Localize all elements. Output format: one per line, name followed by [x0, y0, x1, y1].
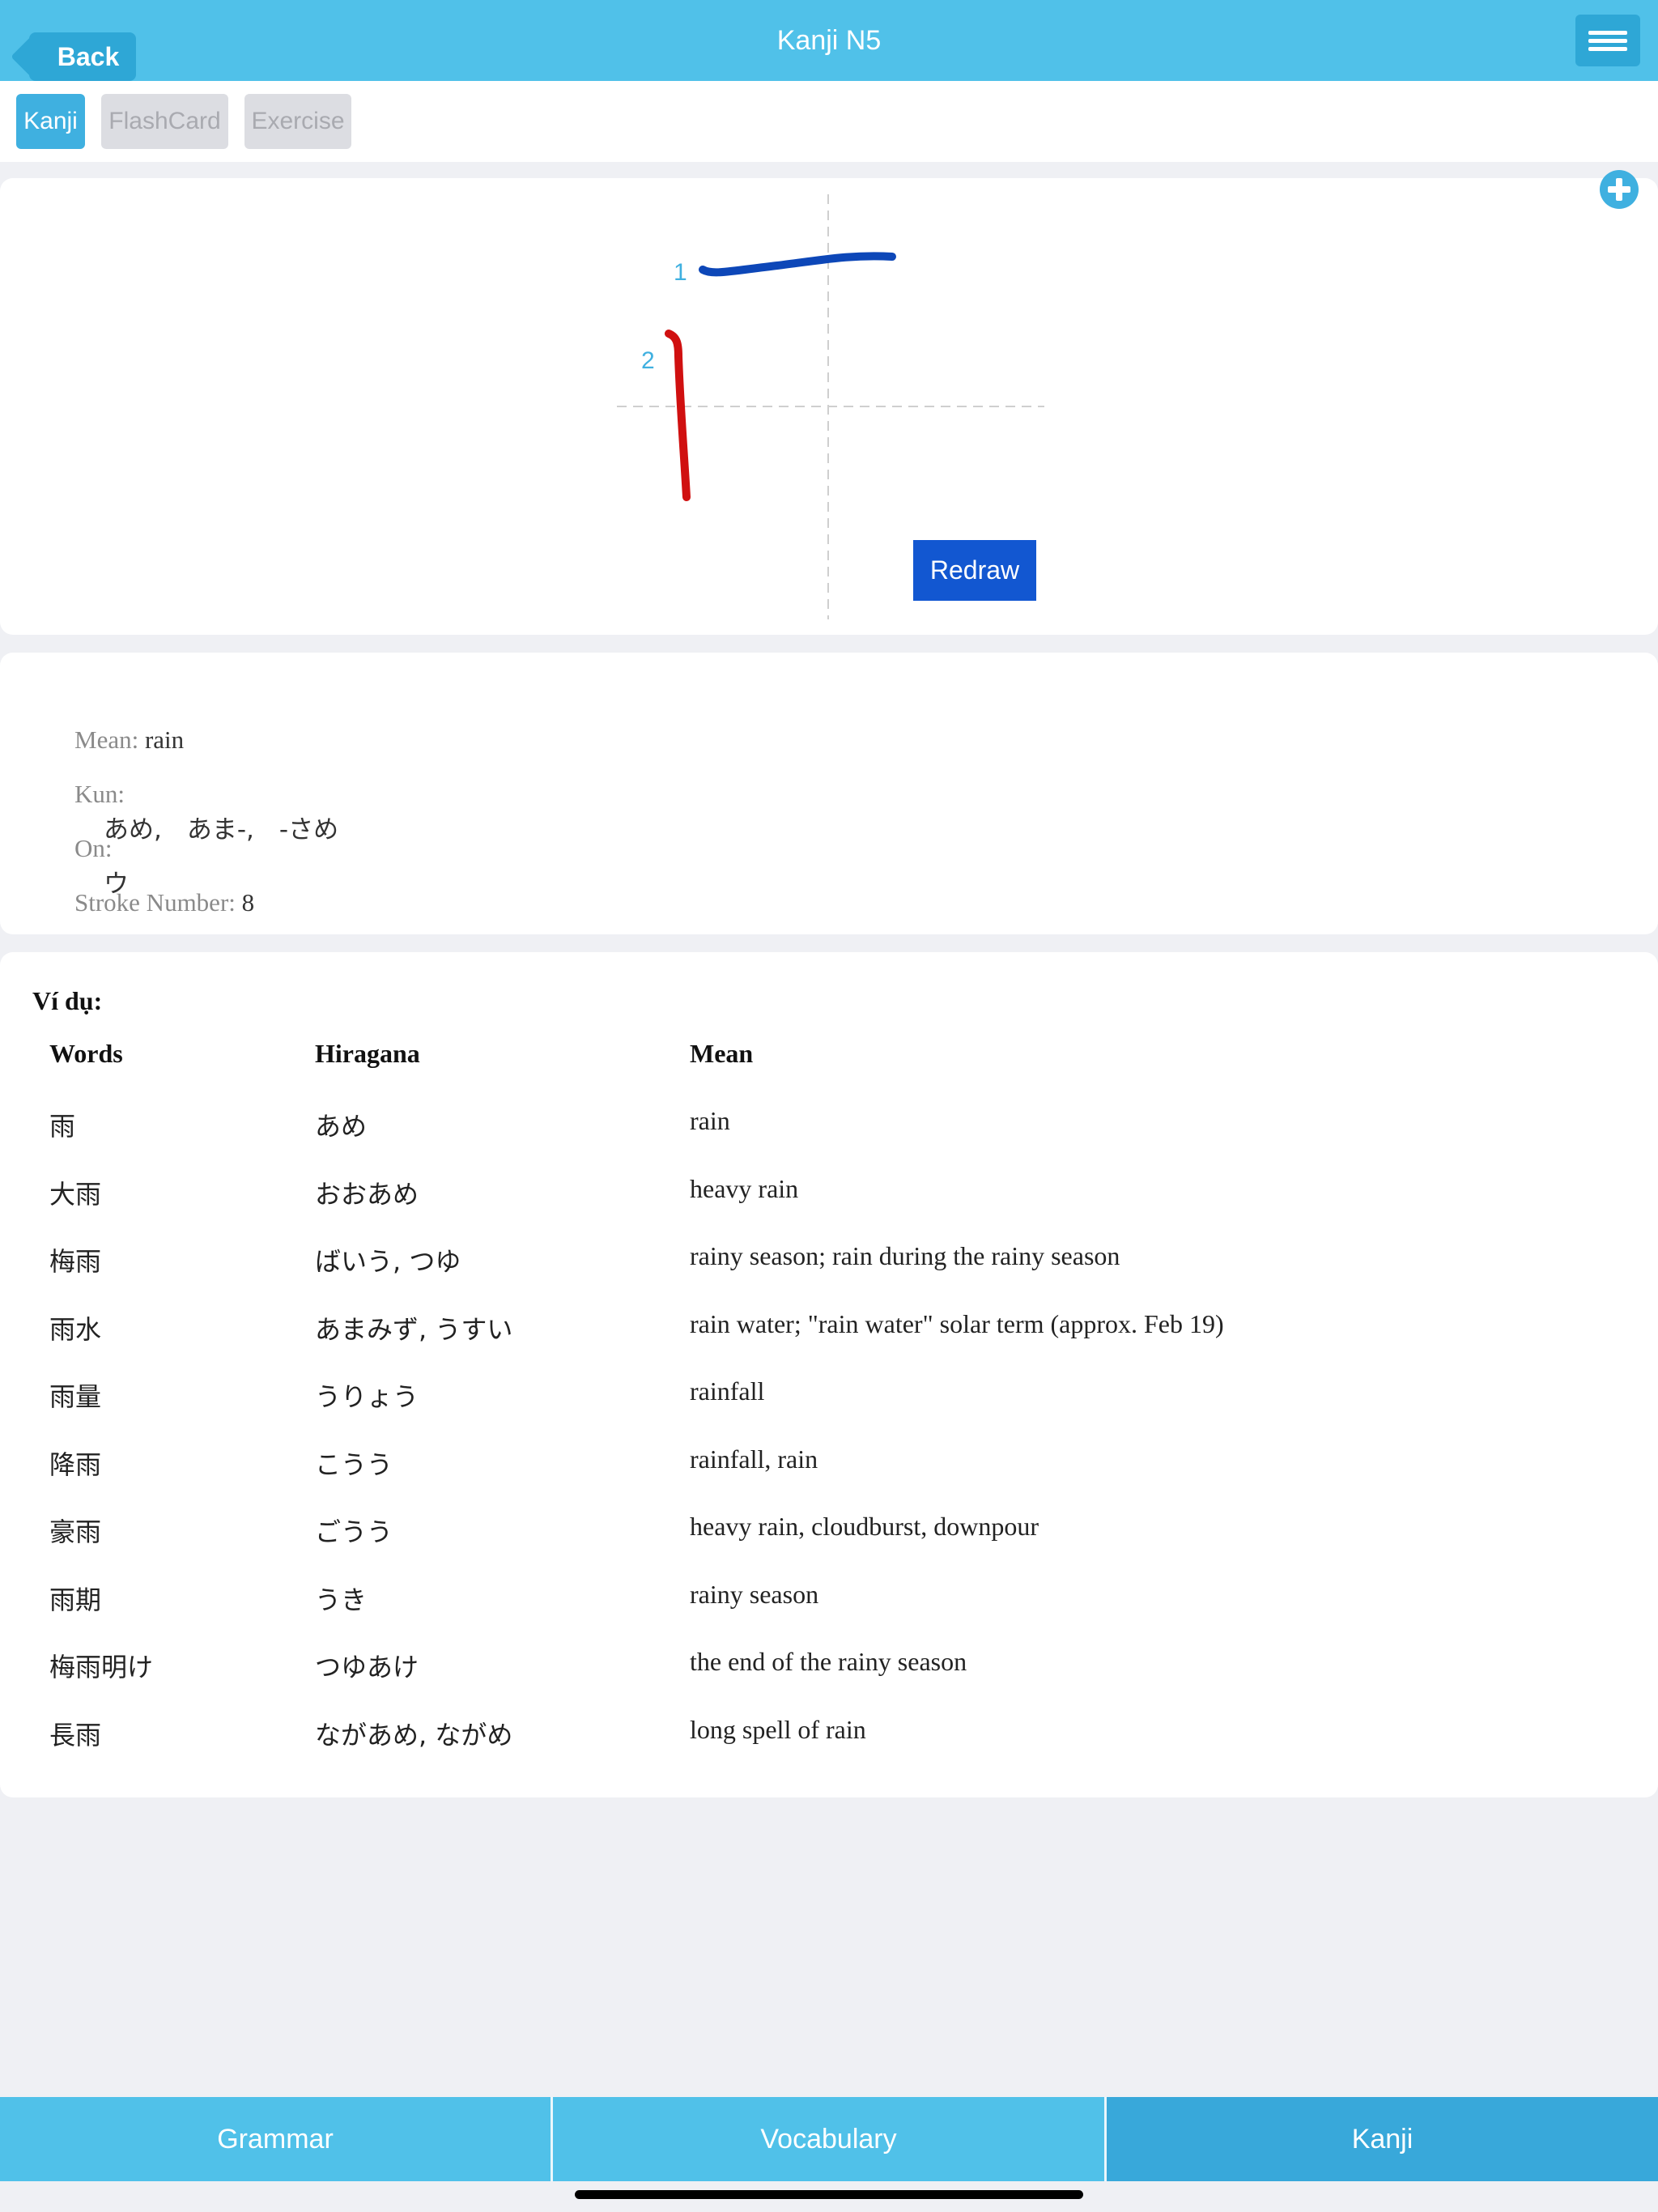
hiragana-cell: ばいう, つゆ: [315, 1246, 461, 1277]
hamburger-icon-bar: [1588, 31, 1627, 35]
table-row: 梅雨 ばいう, つゆ rainy season; rain during the…: [0, 1241, 1658, 1290]
column-header-mean: Mean: [690, 1039, 754, 1068]
top-bar: Kanji N5 Back: [0, 0, 1658, 81]
bottom-tab-grammar[interactable]: Grammar: [0, 2097, 551, 2181]
on-label: On:: [74, 834, 113, 862]
column-header-hiragana: Hiragana: [315, 1039, 420, 1068]
mean-cell: rainy season: [690, 1580, 819, 1609]
tab-kanji[interactable]: Kanji: [16, 94, 85, 149]
mean-cell: rainfall: [690, 1376, 765, 1406]
hiragana-cell: こうう: [315, 1449, 393, 1480]
mean-cell: the end of the rainy season: [690, 1647, 967, 1676]
menu-button[interactable]: [1575, 15, 1640, 66]
mean-cell: long spell of rain: [690, 1715, 866, 1744]
hiragana-cell: ながあめ, ながめ: [315, 1720, 513, 1750]
hiragana-cell: つゆあけ: [315, 1652, 419, 1682]
word-cell: 雨水: [49, 1314, 102, 1345]
stroke-number-1: 1: [674, 259, 687, 286]
hiragana-cell: ごうう: [315, 1516, 393, 1547]
mean-cell: heavy rain, cloudburst, downpour: [690, 1512, 1039, 1541]
word-cell: 雨: [49, 1111, 76, 1142]
redraw-button[interactable]: Redraw: [913, 540, 1036, 601]
examples-title: Ví dụ:: [32, 986, 103, 1015]
page-title: Kanji N5: [776, 24, 882, 56]
mean-label: Mean:: [74, 725, 139, 754]
hiragana-cell: あまみず, うすい: [315, 1314, 513, 1345]
word-cell: 梅雨明け: [49, 1652, 154, 1682]
word-cell: 大雨: [49, 1179, 102, 1210]
mean-cell: rain water; "rain water" solar term (app…: [690, 1309, 1224, 1338]
table-row: 降雨 こうう rainfall, rain: [0, 1444, 1658, 1493]
mean-cell: rainy season; rain during the rainy seas…: [690, 1241, 1120, 1270]
table-row: 雨水 あまみず, うすい rain water; "rain water" so…: [0, 1309, 1658, 1358]
table-row: 雨期 うき rainy season: [0, 1580, 1658, 1628]
word-cell: 雨量: [49, 1381, 102, 1412]
mean-value: rain: [138, 725, 185, 754]
bottom-tab-kanji[interactable]: Kanji: [1107, 2097, 1658, 2181]
stroke-1-path: [699, 252, 896, 277]
table-row: 梅雨明け つゆあけ the end of the rainy season: [0, 1647, 1658, 1695]
mean-cell: rain: [690, 1106, 730, 1135]
kun-value: あめ, あま-, -さめ: [104, 815, 339, 844]
word-cell: 豪雨: [49, 1516, 102, 1547]
stroke-2-path: [665, 330, 691, 501]
kun-label: Kun:: [74, 780, 125, 808]
column-header-words: Words: [49, 1039, 123, 1068]
word-cell: 梅雨: [49, 1246, 102, 1277]
home-indicator[interactable]: [575, 2190, 1083, 2199]
tab-flashcard[interactable]: FlashCard: [101, 94, 228, 149]
stroke-number-row: Stroke Number: 8: [49, 859, 254, 946]
word-cell: 雨期: [49, 1585, 102, 1615]
hiragana-cell: うりょう: [315, 1381, 419, 1412]
hamburger-icon-bar: [1588, 47, 1627, 51]
stroke-number-2: 2: [641, 347, 655, 374]
hiragana-cell: うき: [315, 1585, 368, 1615]
add-icon[interactable]: [1600, 170, 1639, 209]
hiragana-cell: おおあめ: [315, 1179, 419, 1210]
tab-exercise[interactable]: Exercise: [244, 94, 351, 149]
word-cell: 降雨: [49, 1449, 102, 1480]
stroke-number-label: Stroke Number:: [74, 888, 236, 917]
table-row: 大雨 おおあめ heavy rain: [0, 1174, 1658, 1223]
table-row: 雨量 うりょう rainfall: [0, 1376, 1658, 1425]
table-row: 雨 あめ rain: [0, 1106, 1658, 1155]
mean-cell: heavy rain: [690, 1174, 799, 1203]
bottom-tab-bar: Grammar Vocabulary Kanji: [0, 2097, 1658, 2181]
word-cell: 長雨: [49, 1720, 102, 1750]
hiragana-cell: あめ: [315, 1111, 368, 1142]
stroke-number-value: 8: [235, 888, 255, 917]
bottom-tab-vocabulary[interactable]: Vocabulary: [553, 2097, 1104, 2181]
table-row: 豪雨 ごうう heavy rain, cloudburst, downpour: [0, 1512, 1658, 1560]
back-button[interactable]: Back: [29, 32, 136, 81]
tab-bar: Kanji FlashCard Exercise: [0, 81, 1658, 162]
mean-cell: rainfall, rain: [690, 1444, 818, 1474]
hamburger-icon-bar: [1588, 39, 1627, 43]
table-row: 長雨 ながあめ, ながめ long spell of rain: [0, 1715, 1658, 1763]
